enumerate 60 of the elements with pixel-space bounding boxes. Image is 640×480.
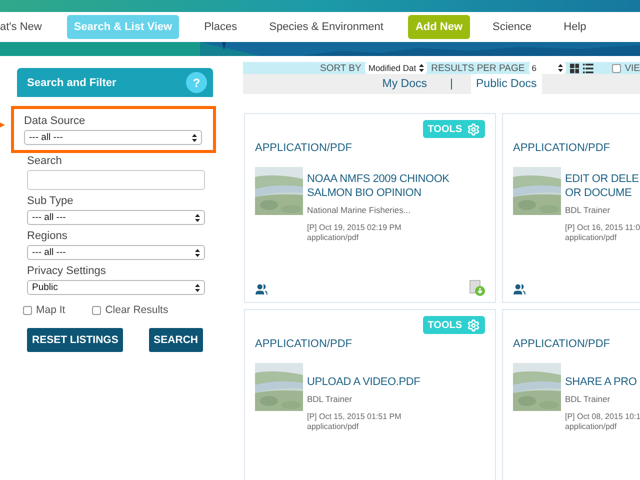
sort-select[interactable]: Modified Dat [365, 62, 428, 74]
gear-icon [467, 318, 480, 332]
select-arrows-icon [558, 64, 563, 72]
document-type: APPLICATION/PDF [513, 338, 611, 350]
gear-icon [467, 122, 480, 136]
group-icon[interactable] [513, 283, 526, 296]
select-arrows-icon [195, 214, 200, 222]
select-field[interactable]: --- all --- [27, 210, 205, 225]
search-field[interactable] [27, 170, 205, 190]
group-icon[interactable] [255, 283, 268, 296]
field-label: Privacy Settings [27, 265, 107, 277]
select-arrows-icon [192, 134, 197, 142]
checkbox[interactable]: Map It [23, 304, 66, 316]
nav-link[interactable]: Species & Environment [262, 15, 390, 39]
nav-link[interactable]: Help [556, 15, 594, 39]
field-label: Regions [27, 230, 68, 242]
document-title[interactable]: EDIT OR DELE OR DOCUME [565, 172, 640, 200]
document-author: BDL Trainer [565, 205, 612, 215]
document-mime-type: application/pdf [565, 422, 618, 431]
select-field[interactable]: --- all --- [27, 245, 205, 260]
document-date: [P] Oct 08, 2015 10:1 [565, 412, 640, 421]
nav-link[interactable]: Places [197, 15, 244, 39]
select-arrows-icon [195, 284, 200, 292]
document-type: APPLICATION/PDF [255, 142, 353, 154]
select-arrows-icon [195, 248, 200, 256]
list-view-icon[interactable] [583, 62, 594, 74]
tab-separator: | [450, 78, 453, 90]
search-button[interactable]: SEARCH [148, 328, 203, 352]
document-mime-type: application/pdf [307, 422, 360, 431]
document-date: [P] Oct 19, 2015 02:19 PM [307, 223, 402, 232]
checkbox[interactable]: Clear Results [92, 304, 168, 316]
field-label: Data Source [24, 115, 86, 127]
per-page-label: RESULTS PER PAGE [431, 62, 525, 74]
reset-button[interactable]: RESET LISTINGS [27, 328, 124, 352]
document-title[interactable]: UPLOAD A VIDEO.PDF [307, 375, 420, 389]
per-page-select[interactable]: 6 [528, 62, 566, 74]
sort-label: SORT BY [320, 62, 362, 74]
document-author: BDL Trainer [307, 394, 354, 404]
select-arrows-icon [419, 64, 424, 72]
document-date: [P] Oct 16, 2015 11:0 [565, 223, 640, 232]
view-checkbox[interactable]: VIE [612, 62, 640, 74]
document-type: APPLICATION/PDF [255, 338, 353, 350]
document-date: [P] Oct 15, 2015 01:51 PM [307, 412, 402, 421]
nav-link[interactable]: at's New [0, 15, 49, 39]
docs-tab[interactable]: My Docs [377, 74, 432, 94]
document-mime-type: application/pdf [565, 233, 618, 242]
document-title[interactable]: NOAA NMFS 2009 CHINOOK SALMON BIO OPINION [307, 172, 450, 200]
document-author: BDL Trainer [565, 394, 612, 404]
document-mime-type: application/pdf [307, 233, 360, 242]
document-title[interactable]: SHARE A PRO [565, 375, 640, 389]
document-type: APPLICATION/PDF [513, 142, 611, 154]
nav-link[interactable]: Science [486, 15, 539, 39]
select-field[interactable]: Public [27, 280, 205, 295]
grid-view-icon[interactable] [570, 62, 580, 74]
document-author: National Marine Fisheries... [307, 205, 412, 215]
panel-title: Search and Filter [27, 76, 116, 88]
field-label: Sub Type [27, 195, 74, 207]
field-label: Search [27, 155, 63, 167]
select-field[interactable]: --- all --- [24, 130, 202, 145]
docs-tab[interactable]: Public Docs [471, 74, 542, 94]
